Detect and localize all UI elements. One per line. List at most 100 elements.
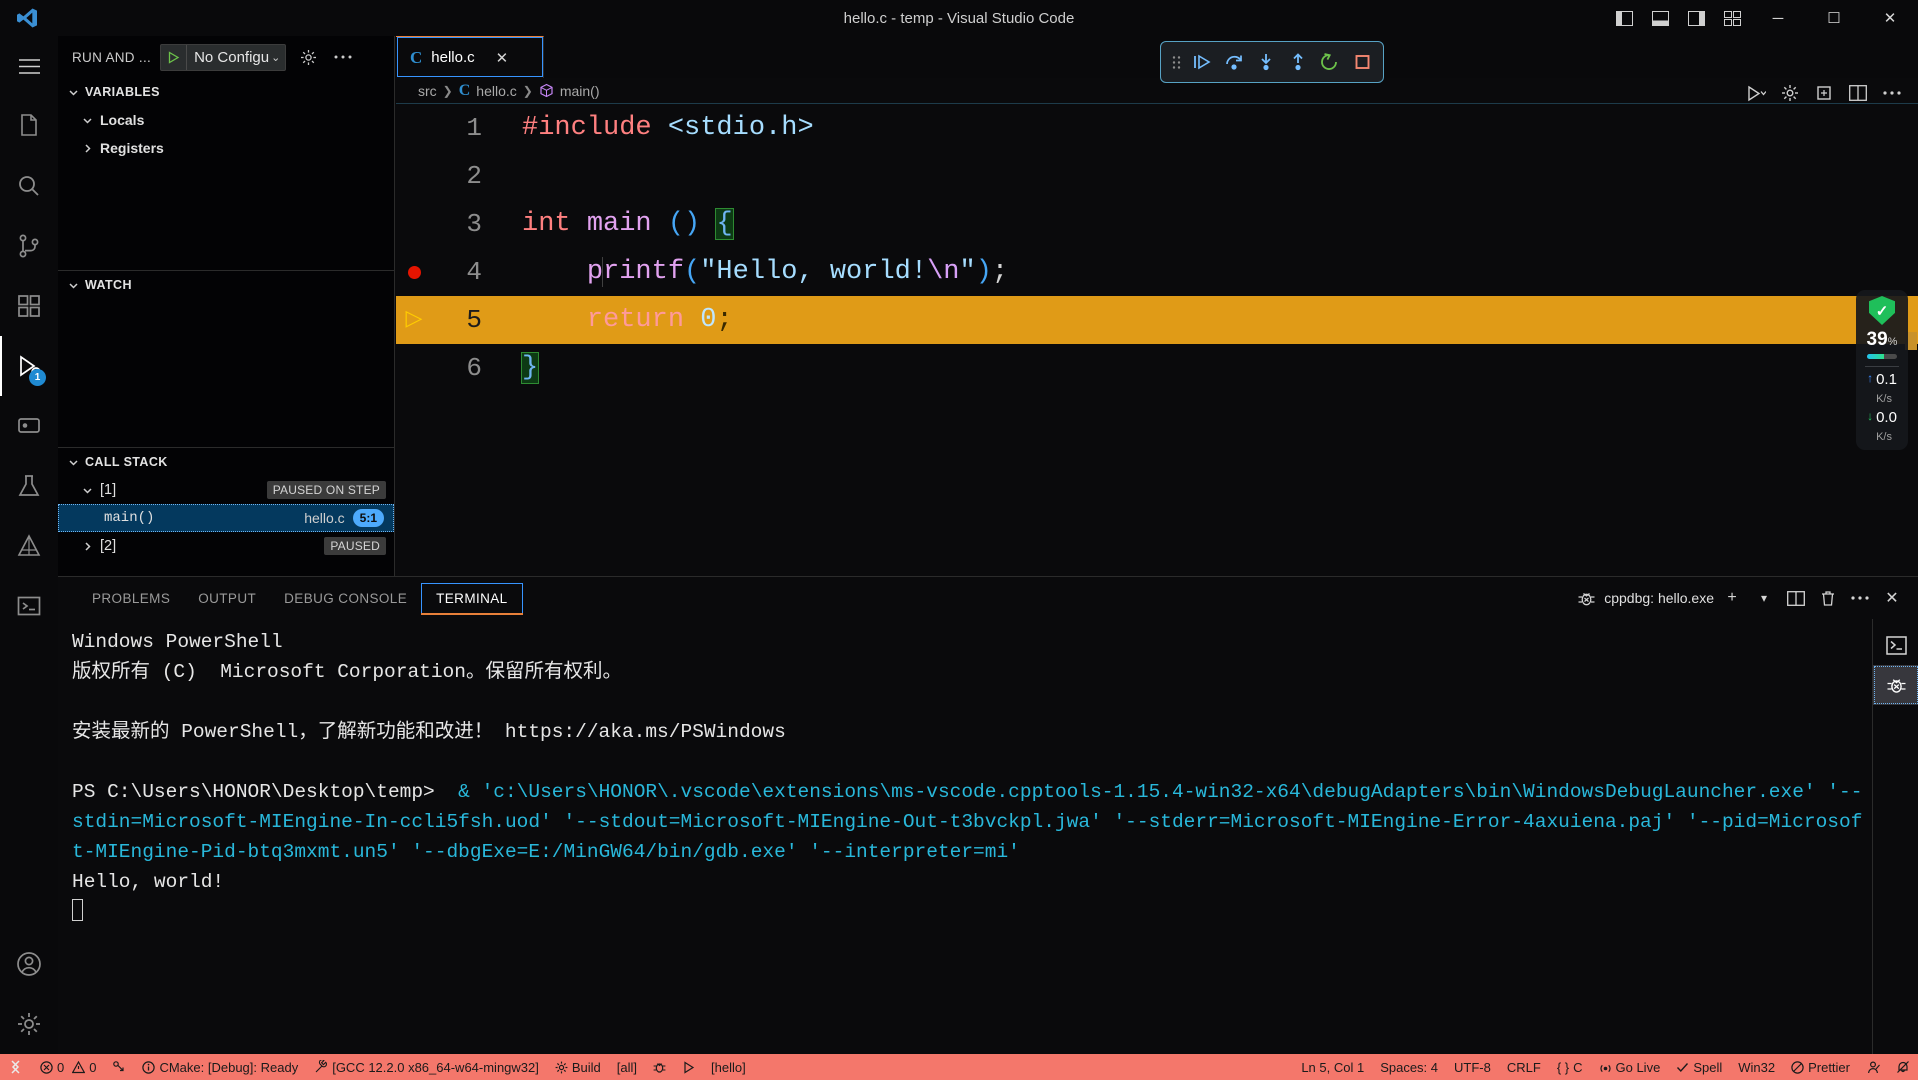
status-cmake-kit[interactable]: [GCC 12.2.0 x86_64-w64-mingw32] (306, 1054, 547, 1080)
sidebar-item-source-control[interactable] (0, 216, 58, 276)
start-debugging-icon[interactable] (161, 44, 188, 70)
toggle-panel-icon[interactable] (1642, 0, 1678, 36)
debug-toolbar[interactable] (1160, 41, 1384, 83)
manage-settings-button[interactable] (0, 994, 58, 1054)
status-cmake-launch[interactable] (674, 1054, 703, 1080)
call-stack-session-2[interactable]: [2] PAUSED (58, 532, 394, 560)
watch-section-header[interactable]: WATCH (58, 271, 394, 299)
sidebar-item-extensions[interactable] (0, 276, 58, 336)
call-stack-frame-main[interactable]: main() hello.c 5:1 (58, 504, 394, 532)
status-go-live[interactable]: Go Live (1591, 1054, 1669, 1080)
variables-row-registers[interactable]: Registers (58, 134, 394, 162)
status-encoding[interactable]: UTF-8 (1446, 1054, 1499, 1080)
debug-stop-button[interactable] (1347, 47, 1377, 77)
debug-step-over-button[interactable] (1219, 47, 1249, 77)
new-terminal-icon[interactable]: + (1718, 584, 1746, 612)
terminal-profile-chevron-icon[interactable]: ▾ (1750, 584, 1778, 612)
debug-continue-button[interactable] (1187, 47, 1217, 77)
sidebar-item-testing[interactable] (0, 456, 58, 516)
variables-section-header[interactable]: VARIABLES (58, 78, 394, 106)
grip-icon[interactable] (1167, 55, 1185, 70)
status-cmake-launch-target[interactable]: [hello] (703, 1054, 754, 1080)
c-file-icon: C (410, 47, 423, 67)
accounts-button[interactable] (0, 934, 58, 994)
status-win32[interactable]: Win32 (1730, 1054, 1783, 1080)
menu-button[interactable] (0, 36, 58, 96)
close-panel-icon[interactable]: ✕ (1878, 584, 1906, 612)
terminal-tabs-list (1872, 619, 1918, 1054)
sidebar-item-search[interactable] (0, 156, 58, 216)
split-terminal-icon[interactable] (1782, 584, 1810, 612)
variables-row-locals[interactable]: Locals (58, 106, 394, 134)
panel-more-actions-icon[interactable] (1846, 584, 1874, 612)
tab-hello-c[interactable]: C hello.c ✕ (396, 36, 544, 78)
call-stack-frame-label: main() (104, 510, 155, 526)
sidebar-item-terminal-view[interactable] (0, 576, 58, 636)
close-icon[interactable]: ✕ (496, 49, 509, 67)
settings-gear-icon[interactable] (1774, 77, 1806, 109)
debug-step-out-button[interactable] (1283, 47, 1313, 77)
status-spell-checker[interactable]: Spell (1668, 1054, 1730, 1080)
status-notifications[interactable] (1888, 1054, 1918, 1080)
status-problems[interactable]: 0 0 (32, 1054, 104, 1080)
debug-step-into-button[interactable] (1251, 47, 1281, 77)
tab-output[interactable]: OUTPUT (184, 583, 270, 613)
breakpoint-icon[interactable] (396, 265, 432, 279)
breadcrumb-item-file[interactable]: hello.c (476, 83, 516, 99)
kill-terminal-icon[interactable] (1814, 584, 1842, 612)
editor-area: C hello.c ✕ src ❯ C hello.c ❯ main() 1 #… (396, 36, 1918, 576)
sidebar-item-run-and-debug[interactable]: 1 (0, 336, 58, 396)
status-cmake-debug[interactable] (645, 1054, 674, 1080)
sidebar-more-actions-icon[interactable] (330, 44, 356, 70)
status-editor-position[interactable]: Ln 5, Col 1 (1293, 1054, 1372, 1080)
code-editor[interactable]: 1 #include <stdio.h> 2 3 int main () { 4… (396, 104, 1918, 574)
line-number: 4 (466, 257, 482, 287)
status-eol[interactable]: CRLF (1499, 1054, 1549, 1080)
tab-terminal[interactable]: TERMINAL (421, 583, 524, 615)
status-cmake-build[interactable]: Build (547, 1054, 609, 1080)
split-editor-icon[interactable] (1842, 77, 1874, 109)
remote-window-indicator[interactable] (0, 1060, 32, 1074)
toggle-secondary-sidebar-icon[interactable] (1678, 0, 1714, 36)
status-prettier[interactable]: Prettier (1783, 1054, 1858, 1080)
terminal-line-1: Windows PowerShell (72, 631, 283, 653)
chevron-down-icon[interactable]: ⌄ (271, 51, 285, 64)
debug-restart-button[interactable] (1315, 47, 1345, 77)
toggle-primary-sidebar-icon[interactable] (1606, 0, 1642, 36)
terminal-tab-powershell[interactable] (1873, 625, 1918, 665)
call-stack-session-1[interactable]: [1] PAUSED ON STEP (58, 476, 394, 504)
terminal-output[interactable]: Windows PowerShell 版权所有 (C) Microsoft Co… (58, 619, 1872, 1054)
call-stack-section-header[interactable]: CALL STACK (58, 448, 394, 476)
sidebar-item-explorer[interactable] (0, 96, 58, 156)
editor-more-actions-icon[interactable] (1876, 77, 1908, 109)
status-cmake-target[interactable]: [all] (609, 1054, 645, 1080)
status-language-mode[interactable]: { } C (1549, 1054, 1591, 1080)
customize-layout-icon[interactable] (1714, 0, 1750, 36)
variables-row-label: Registers (100, 140, 164, 156)
debug-config-selector[interactable]: No Configu ⌄ (160, 43, 287, 71)
breadcrumb-item-src[interactable]: src (418, 83, 437, 99)
editor-toolbar (1740, 72, 1918, 114)
tab-problems[interactable]: PROBLEMS (78, 583, 184, 613)
cmake-debug-icon[interactable] (1808, 77, 1840, 109)
breadcrumb-item-symbol[interactable]: main() (560, 83, 600, 99)
status-indentation[interactable]: Spaces: 4 (1372, 1054, 1446, 1080)
tab-debug-console[interactable]: DEBUG CONSOLE (270, 583, 421, 613)
status-screencast-mode[interactable] (1858, 1054, 1888, 1080)
status-cmake[interactable]: CMake: [Debug]: Ready (134, 1054, 306, 1080)
run-or-debug-icon[interactable] (1740, 77, 1772, 109)
current-execution-arrow-icon: ▷ (405, 307, 423, 332)
status-badge: PAUSED (324, 537, 386, 555)
sidebar-item-cmake[interactable] (0, 516, 58, 576)
security-overlay-widget[interactable]: ✓ 39% ↑ 0.1 K/s ↓ 0.0 K/s (1856, 290, 1908, 450)
call-stack-tree: [1] PAUSED ON STEP main() hello.c 5:1 [2… (58, 476, 394, 560)
code-line: 2 (396, 152, 1918, 200)
window-close-button[interactable]: ✕ (1862, 0, 1918, 36)
status-live-share[interactable] (104, 1054, 134, 1080)
open-launch-json-gear-icon[interactable] (295, 44, 321, 70)
sidebar-item-remote-explorer[interactable] (0, 396, 58, 456)
window-maximize-button[interactable]: ☐ (1806, 0, 1862, 36)
code-line: 6 } (396, 344, 1918, 392)
terminal-tab-cppdbg[interactable] (1873, 665, 1918, 705)
window-minimize-button[interactable]: ─ (1750, 0, 1806, 36)
